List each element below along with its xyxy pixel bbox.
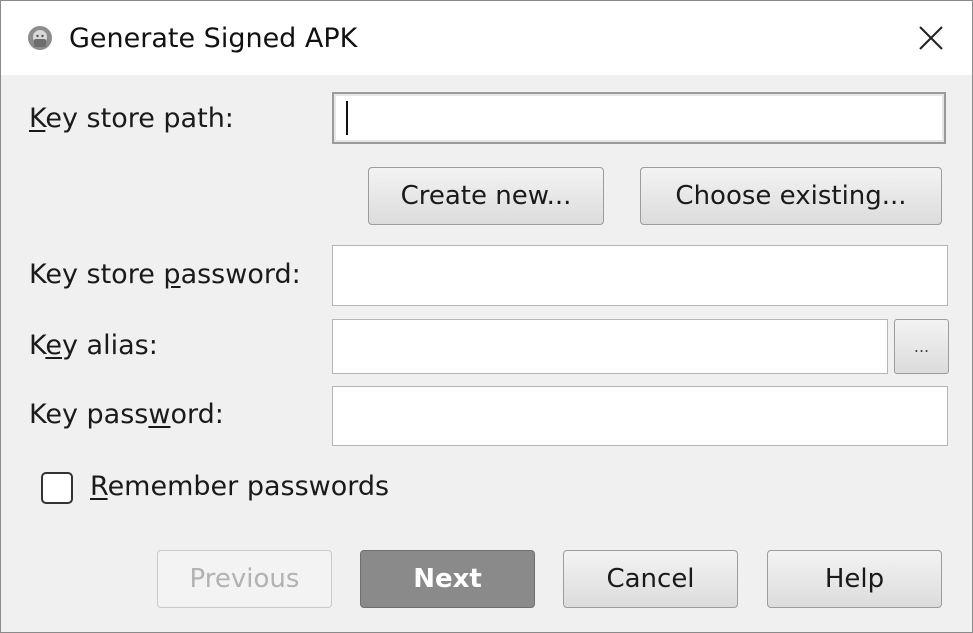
more-icon: ... — [913, 337, 930, 356]
key-store-password-input[interactable] — [332, 245, 948, 306]
close-button[interactable] — [905, 15, 957, 61]
key-store-path-label: Key store path: — [29, 103, 234, 134]
key-alias-label: Key alias: — [29, 330, 158, 361]
create-new-button[interactable]: Create new... — [368, 167, 604, 225]
text-caret — [346, 101, 348, 135]
key-password-input[interactable] — [332, 386, 948, 446]
close-icon — [919, 26, 943, 50]
help-button[interactable]: Help — [767, 550, 942, 608]
key-alias-browse-button[interactable]: ... — [894, 319, 949, 374]
cancel-button[interactable]: Cancel — [563, 550, 738, 608]
next-button[interactable]: Next — [360, 550, 535, 608]
choose-existing-button[interactable]: Choose existing... — [640, 167, 942, 225]
generate-signed-apk-dialog: Generate Signed APK Key store path: Crea… — [0, 0, 973, 633]
key-alias-input[interactable] — [332, 319, 888, 374]
remember-passwords-checkbox[interactable] — [41, 472, 73, 504]
key-store-path-input[interactable] — [332, 92, 946, 144]
key-store-password-label: Key store password: — [29, 259, 301, 290]
previous-button[interactable]: Previous — [157, 550, 332, 608]
dialog-title: Generate Signed APK — [69, 23, 358, 54]
android-icon — [28, 26, 52, 50]
title-bar: Generate Signed APK — [1, 1, 972, 75]
key-password-label: Key password: — [29, 399, 224, 430]
remember-passwords-label[interactable]: Remember passwords — [90, 470, 389, 504]
